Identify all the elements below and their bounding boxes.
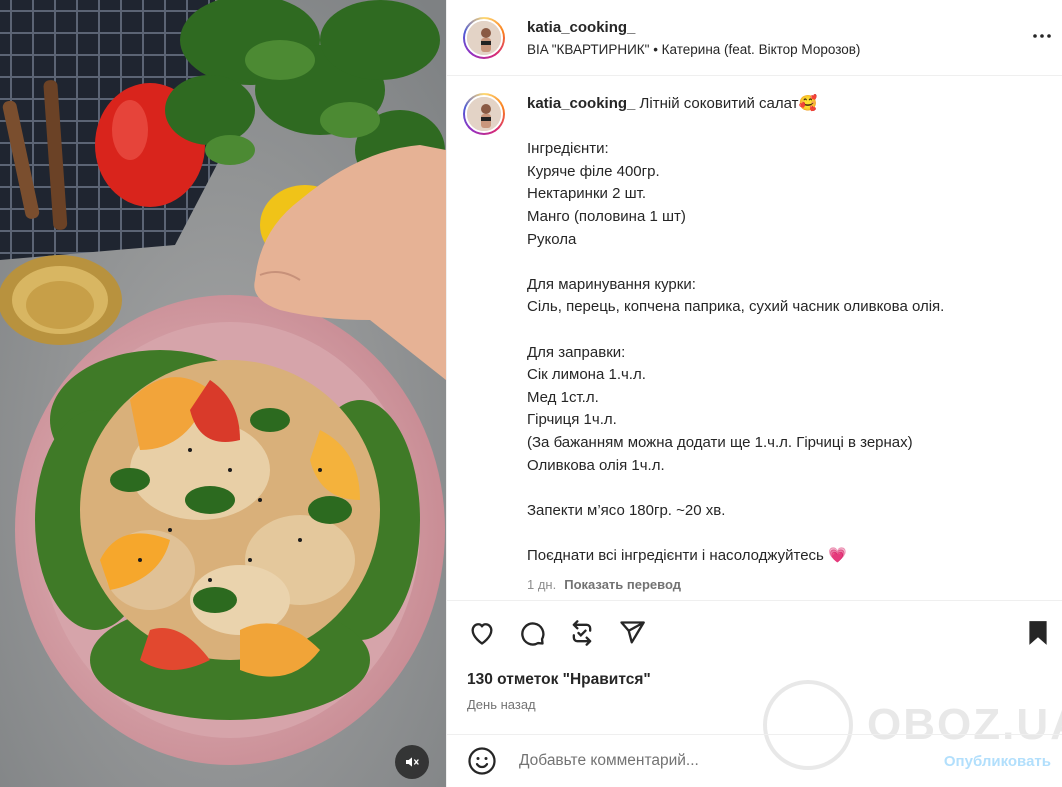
caption-line (527, 319, 1037, 342)
caption-line: Оливкова олія 1ч.л. (527, 456, 665, 474)
profile-photo (467, 20, 501, 55)
bookmark-icon (1029, 621, 1047, 645)
caption-lines: Інгредієнти: Куряче філе 400гр. Нектаринки… (527, 116, 1037, 568)
caption-avatar-image (465, 95, 503, 133)
caption-line (527, 522, 1037, 545)
muted-speaker-icon (406, 757, 419, 767)
comment-icon (521, 622, 545, 646)
caption-line (527, 251, 1037, 274)
caption-area: katia_cooking_ Літній соковитий салат🥰 І… (447, 76, 1062, 600)
heart-icon (471, 623, 493, 645)
caption-line: Мед 1ст.л. (527, 388, 599, 406)
caption-line: Нектаринки 2 шт. (527, 185, 646, 203)
instagram-post-view: katia_cooking_ BIA "КВАРТИРНИК" • Катери… (0, 0, 1062, 787)
more-options-icon (1033, 34, 1051, 38)
publish-button[interactable]: Опубликовать (944, 753, 1051, 770)
caption-line: Сік лимона 1.ч.л. (527, 366, 646, 384)
comment-button[interactable] (517, 618, 547, 648)
more-options-button[interactable] (1030, 24, 1054, 48)
share-button[interactable] (617, 618, 647, 648)
caption-age: 1 дн. (527, 577, 557, 593)
mute-button[interactable] (395, 745, 429, 779)
caption-meta: 1 дн. Показать перевод (527, 574, 1037, 597)
caption-avatar[interactable] (463, 93, 505, 135)
caption-line: Рукола (527, 230, 577, 248)
avatar[interactable] (463, 16, 505, 59)
caption: katia_cooking_ Літній соковитий салат🥰 І… (527, 93, 1037, 600)
caption-line: Для маринування курки: (527, 275, 696, 293)
caption-line: Запекти м’ясо 180гр. ~20 хв. (527, 501, 726, 519)
caption-line (527, 116, 1037, 139)
caption-line: Гірчиця 1ч.л. (527, 411, 617, 429)
like-button[interactable] (467, 618, 497, 648)
post-header: katia_cooking_ BIA "КВАРТИРНИК" • Катери… (447, 0, 1062, 76)
caption-line: Куряче філе 400гр. (527, 162, 660, 180)
comment-bar: Опубликовать (447, 734, 1062, 787)
emoji-button[interactable] (467, 746, 497, 776)
comment-input[interactable] (517, 751, 921, 771)
username[interactable]: katia_cooking_ (527, 19, 860, 36)
caption-line: Інгредієнти: (527, 140, 609, 158)
caption-line: Для заправки: (527, 343, 626, 361)
translate-link[interactable]: Показать перевод (564, 577, 681, 592)
share-icon (620, 621, 645, 644)
caption-line: Поєднати всі інгредієнти і насолоджуйтес… (527, 546, 847, 564)
save-button[interactable] (1025, 619, 1051, 652)
profile-photo (467, 97, 501, 131)
repost-icon (572, 620, 592, 646)
post-actions: 130 отметок "Нравится" День назад (447, 600, 1062, 734)
caption-username[interactable]: katia_cooking_ (527, 95, 635, 112)
likes-count[interactable]: 130 отметок "Нравится" (467, 671, 651, 689)
action-icons (447, 601, 1062, 648)
caption-title: Літній соковитий салат🥰 (635, 95, 818, 112)
post-date: День назад (467, 697, 536, 712)
caption-line (527, 477, 1037, 500)
caption-line: Манго (половина 1 шт) (527, 207, 686, 225)
avatar-image (465, 18, 503, 57)
header-text: katia_cooking_ BIA "КВАРТИРНИК" • Катери… (527, 19, 860, 57)
emoji-icon (468, 747, 496, 775)
caption-line: (За бажанням можна додати ще 1.ч.л. Гірч… (527, 433, 913, 451)
post-media[interactable] (0, 0, 446, 787)
salad-video-frame (0, 0, 446, 787)
caption-line: Сіль, перець, копчена паприка, сухий час… (527, 298, 945, 316)
audio-attribution[interactable]: BIA "КВАРТИРНИК" • Катерина (feat. Вікто… (527, 42, 860, 57)
post-side-panel: katia_cooking_ BIA "КВАРТИРНИК" • Катери… (446, 0, 1062, 787)
repost-button[interactable] (567, 618, 597, 648)
